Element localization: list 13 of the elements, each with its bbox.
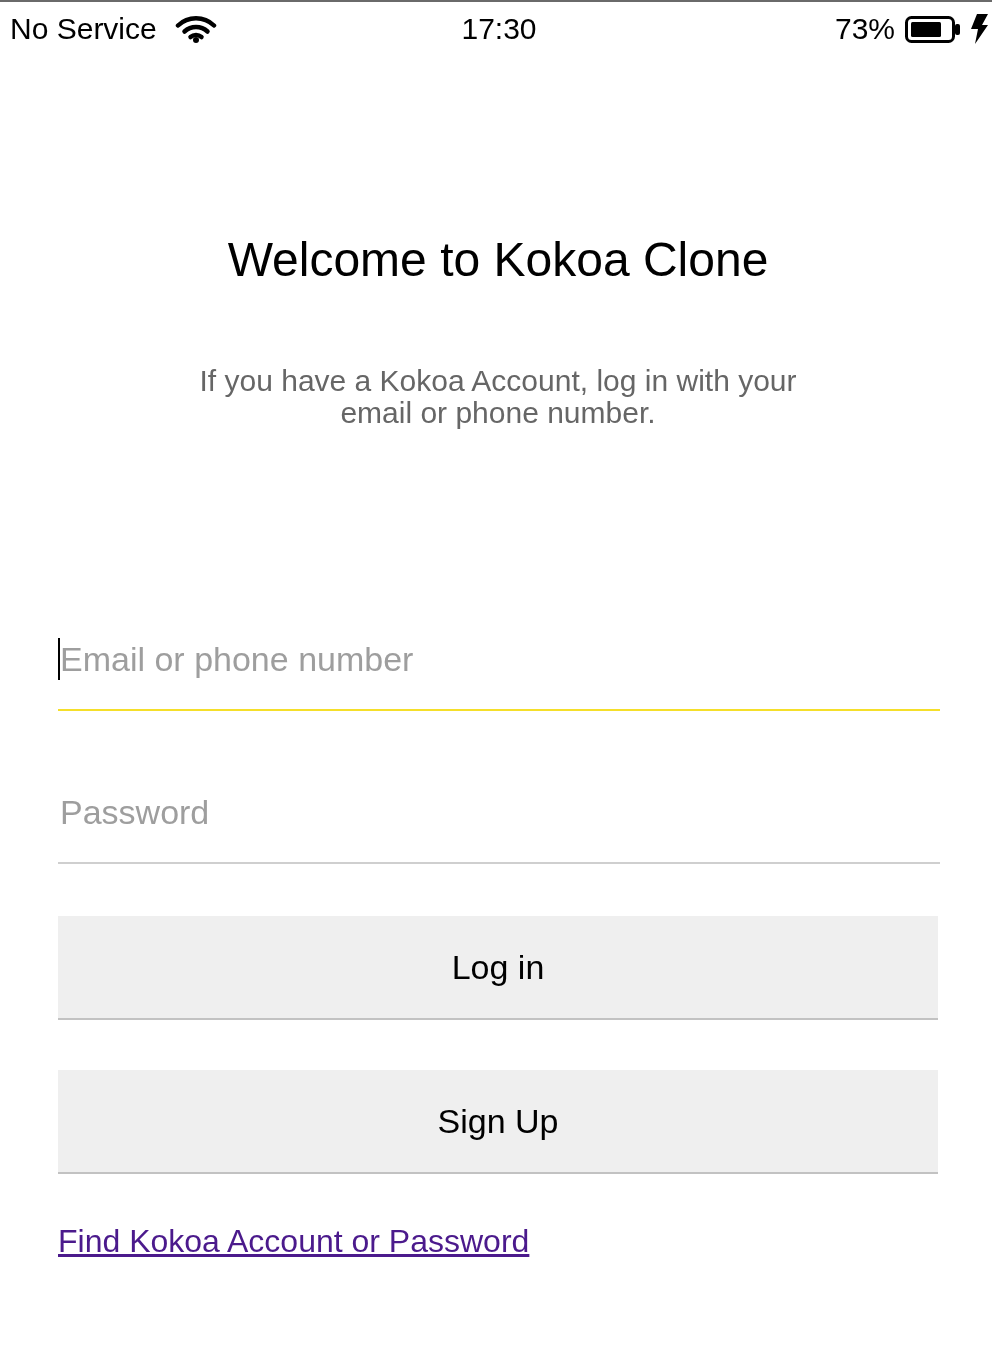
- input-field[interactable]: Email or phone number: [58, 639, 940, 711]
- text-cursor-icon: [58, 638, 60, 680]
- sign-up-button[interactable]: Sign Up: [58, 1070, 938, 1174]
- welcome-title: Welcome to Kokoa Clone: [226, 232, 770, 288]
- battery-icon: [905, 15, 960, 43]
- battery-percentage: 73%: [834, 12, 895, 46]
- clock-time: 17:30: [461, 12, 537, 46]
- login-instructions: If you have a Kokoa Account, log in with your email or phone number.: [198, 365, 798, 429]
- log-in-button[interactable]: Log in: [58, 916, 938, 1020]
- wifi-icon: [174, 15, 217, 43]
- carrier-name: No Service: [10, 12, 157, 46]
- find-account-link[interactable]: Find Kokoa Account or Password: [58, 1223, 530, 1259]
- input-field[interactable]: Password: [58, 792, 940, 864]
